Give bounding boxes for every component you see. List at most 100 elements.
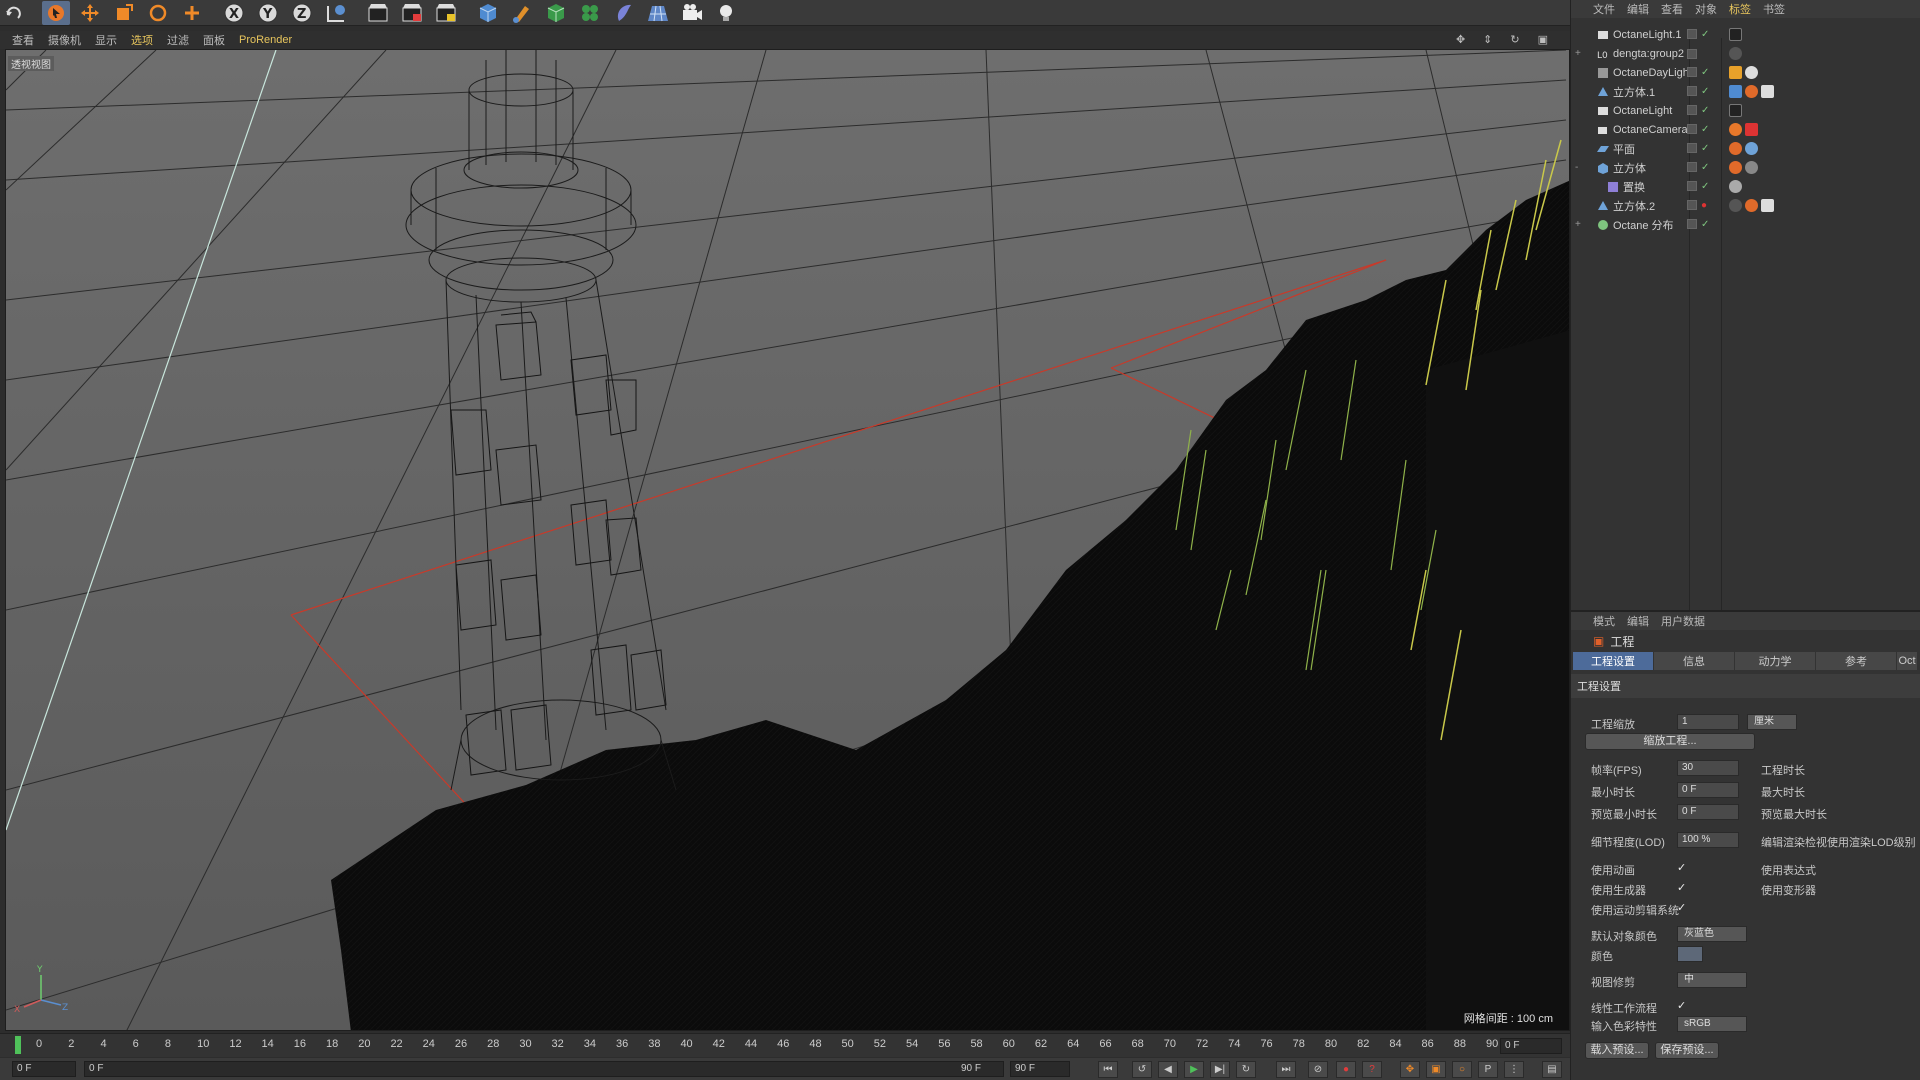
world-icon[interactable] [322, 1, 350, 25]
range-slider[interactable]: 0 F 90 F [84, 1061, 1004, 1077]
visibility-flag[interactable] [1687, 200, 1697, 210]
timeline[interactable]: 0 2 4 6 8 10 12 14 16 18 20 22 24 26 28 30 32 34 36 38 40 42 4… [0, 1033, 1570, 1057]
toggle-view-icon[interactable]: ▣ [1538, 33, 1548, 46]
enabled-check[interactable]: ✓ [1701, 124, 1709, 135]
perspective-viewport[interactable]: Y Z X 网格间距 : 100 cm [5, 49, 1570, 1031]
enabled-check[interactable]: ✓ [1701, 29, 1709, 40]
viewport-menu-panel[interactable]: 面板 [203, 32, 225, 48]
list-item[interactable]: - 立方体 ✓ [1571, 158, 1920, 177]
octane-light-tag[interactable] [1729, 28, 1742, 41]
z-axis-icon[interactable]: Z [288, 1, 316, 25]
cube-icon[interactable] [474, 1, 502, 25]
use-animation-checkbox[interactable]: ✓ [1677, 861, 1686, 874]
rotate-icon[interactable] [144, 1, 172, 25]
y-axis-icon[interactable]: Y [254, 1, 282, 25]
camera-icon[interactable] [678, 1, 706, 25]
light-icon[interactable] [712, 1, 740, 25]
preview-min-field[interactable]: 0 F [1677, 804, 1739, 820]
list-item[interactable]: + Octane 分布 ✓ [1571, 215, 1920, 234]
viewport-menu-display[interactable]: 显示 [95, 32, 117, 48]
scale-unit-dropdown[interactable]: 厘米 [1747, 714, 1797, 730]
visibility-flag[interactable] [1687, 67, 1697, 77]
phong-tag[interactable] [1729, 161, 1742, 174]
list-item[interactable]: 立方体.2 ● [1571, 196, 1920, 215]
use-generator-checkbox[interactable]: ✓ [1677, 881, 1686, 894]
timeline-window-icon[interactable]: ▤ [1542, 1061, 1562, 1078]
list-item[interactable]: OctaneLight ✓ [1571, 101, 1920, 120]
deformer-icon[interactable] [610, 1, 638, 25]
keyframe-sel-icon[interactable]: ⊘ [1308, 1061, 1328, 1078]
default-color-dropdown[interactable]: 灰蓝色 [1677, 926, 1747, 942]
material-tag[interactable] [1745, 142, 1758, 155]
render-picture-icon[interactable] [398, 1, 426, 25]
tab-project-settings[interactable]: 工程设置 [1573, 652, 1653, 670]
key-move-icon[interactable]: ✥ [1400, 1061, 1420, 1078]
om-menu-edit[interactable]: 编辑 [1627, 1, 1649, 17]
tab-octane[interactable]: Oct [1897, 652, 1917, 670]
list-item[interactable]: 立方体.1 ✓ [1571, 82, 1920, 101]
list-item[interactable]: OctaneLight.1 ✓ [1571, 25, 1920, 44]
attr-menu-edit[interactable]: 编辑 [1627, 613, 1649, 629]
lod-field[interactable]: 100 % [1677, 832, 1739, 848]
enabled-check[interactable]: ✓ [1701, 67, 1709, 78]
orbit-icon[interactable]: ↻ [1510, 33, 1519, 46]
om-menu-objects[interactable]: 对象 [1695, 1, 1717, 17]
key-scale-icon[interactable]: ▣ [1426, 1061, 1446, 1078]
viewport-menu-view[interactable]: 查看 [12, 32, 34, 48]
load-preset-button[interactable]: 载入预设... [1585, 1042, 1649, 1059]
goto-start-icon[interactable]: ⏮ [1098, 1061, 1118, 1078]
tab-reference[interactable]: 参考 [1816, 652, 1896, 670]
om-menu-tags[interactable]: 标签 [1729, 1, 1751, 17]
start-frame-field[interactable]: 0 F [12, 1061, 76, 1077]
current-frame-field[interactable]: 0 F [1500, 1038, 1562, 1054]
use-motion-checkbox[interactable]: ✓ [1677, 901, 1686, 914]
prev-frame-icon[interactable]: ◀ [1158, 1061, 1178, 1078]
next-frame-icon[interactable]: ▶| [1210, 1061, 1230, 1078]
enabled-check[interactable]: ✓ [1701, 86, 1709, 97]
enabled-check[interactable]: ✓ [1701, 181, 1709, 192]
list-item[interactable]: 平面 ✓ [1571, 139, 1920, 158]
tab-info[interactable]: 信息 [1654, 652, 1734, 670]
material-tag[interactable] [1729, 85, 1742, 98]
render-view-icon[interactable] [364, 1, 392, 25]
linear-workflow-checkbox[interactable]: ✓ [1677, 999, 1686, 1012]
enabled-check[interactable]: ✓ [1701, 143, 1709, 154]
scale-field[interactable]: 1 [1677, 714, 1739, 730]
tab-dynamics[interactable]: 动力学 [1735, 652, 1815, 670]
cloner-icon[interactable] [576, 1, 604, 25]
visibility-flag[interactable] [1687, 181, 1697, 191]
material-tag[interactable] [1729, 47, 1742, 60]
end-frame-field[interactable]: 90 F [1010, 1061, 1070, 1077]
visibility-flag[interactable] [1687, 48, 1697, 59]
viewport-menu-camera[interactable]: 摄像机 [48, 32, 81, 48]
visibility-flag[interactable] [1687, 143, 1697, 153]
x-axis-icon[interactable]: X [220, 1, 248, 25]
visibility-flag[interactable] [1687, 105, 1697, 115]
om-menu-bookmarks[interactable]: 书签 [1763, 1, 1785, 17]
om-menu-view[interactable]: 查看 [1661, 1, 1683, 17]
checker-tag[interactable] [1761, 85, 1774, 98]
om-menu-file[interactable]: 文件 [1593, 1, 1615, 17]
play-icon[interactable]: ▶ [1184, 1061, 1204, 1078]
pen-icon[interactable] [508, 1, 536, 25]
subdivide-icon[interactable] [542, 1, 570, 25]
camera-tag[interactable] [1729, 123, 1742, 136]
select-icon[interactable] [42, 0, 70, 25]
disabled-check[interactable]: ● [1701, 200, 1707, 211]
phong-tag[interactable] [1745, 199, 1758, 212]
auto-key-icon[interactable]: ? [1362, 1061, 1382, 1078]
key-pla-icon[interactable]: ⋮ [1504, 1061, 1524, 1078]
visibility-flag[interactable] [1687, 86, 1697, 96]
scale-project-button[interactable]: 缩放工程... [1585, 733, 1755, 750]
visibility-flag[interactable] [1687, 29, 1697, 39]
enabled-check[interactable]: ✓ [1701, 219, 1709, 230]
viewport-menu-prorender[interactable]: ProRender [239, 34, 292, 46]
scale-icon[interactable] [110, 1, 138, 25]
color-swatch[interactable] [1677, 946, 1703, 962]
environment-icon[interactable] [644, 1, 672, 25]
octane-light-tag[interactable] [1729, 104, 1742, 117]
list-item[interactable]: OctaneCamera ✓ [1571, 120, 1920, 139]
material-tag[interactable] [1745, 161, 1758, 174]
list-item[interactable]: + L0 dengta:group2 [1571, 44, 1920, 63]
visibility-flag[interactable] [1687, 162, 1697, 172]
